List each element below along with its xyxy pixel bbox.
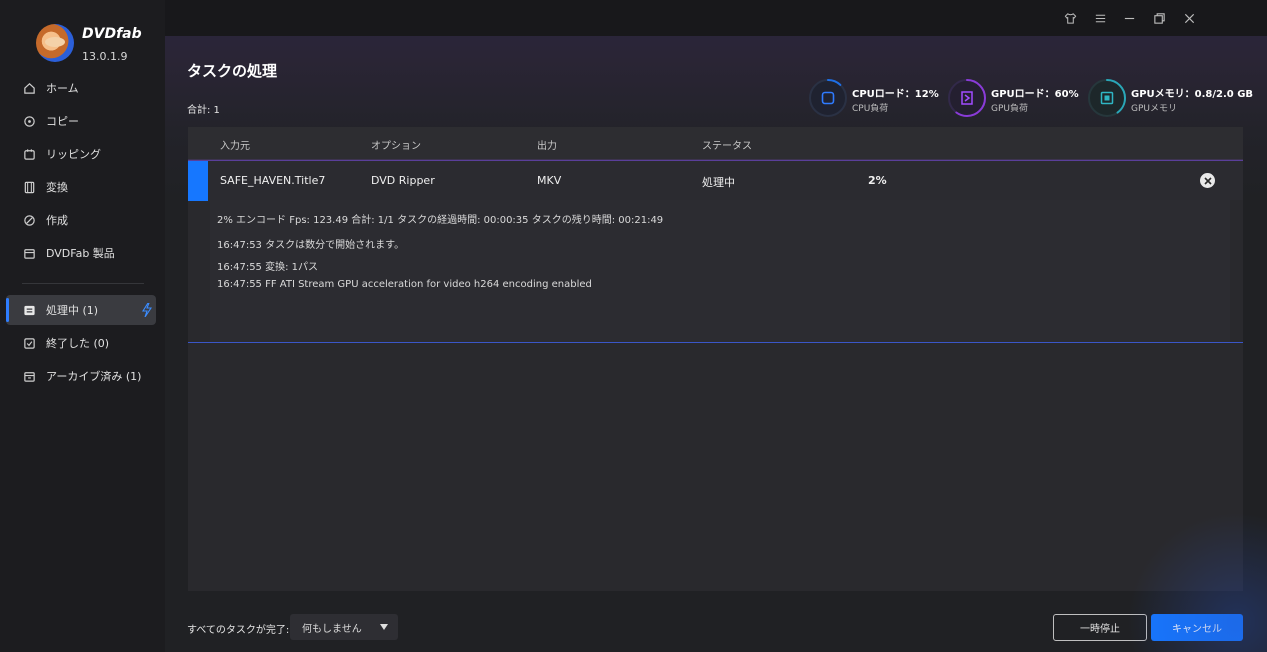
pause-button[interactable]: 一時停止	[1053, 614, 1147, 641]
sidebar-item-label: アーカイブ済み (1)	[46, 370, 142, 383]
close-window-icon[interactable]	[1181, 10, 1197, 26]
sidebar: DVDfab 13.0.1.9 ホーム コピー リッピング 変換 作成 DVDF…	[0, 0, 165, 652]
row-divider	[188, 342, 1243, 343]
column-header-source: 入力元	[220, 141, 250, 152]
cpu-load-value: CPUロード：12%	[852, 89, 939, 100]
sidebar-item-label: コピー	[46, 115, 79, 128]
archive-icon	[22, 369, 36, 383]
ripping-icon	[22, 147, 36, 161]
column-header-option: オプション	[371, 141, 421, 152]
completion-action-select[interactable]: 何もしません	[290, 614, 398, 640]
log-line: 16:47:55 FF ATI Stream GPU acceleration …	[217, 279, 592, 290]
shirt-icon[interactable]	[1062, 10, 1078, 26]
sidebar-item-ripping[interactable]: リッピング	[6, 139, 156, 169]
table-header: 入力元 オプション 出力 ステータス	[188, 127, 1243, 160]
sidebar-item-label: 作成	[46, 214, 68, 227]
task-output: MKV	[537, 174, 562, 187]
task-option: DVD Ripper	[371, 174, 435, 187]
gpu-memory-label: GPUメモリ	[1131, 104, 1177, 114]
gpu-memory-value: GPUメモリ：0.8/2.0 GB	[1131, 89, 1254, 100]
sidebar-item-archived[interactable]: アーカイブ済み (1)	[6, 361, 156, 391]
sidebar-item-convert[interactable]: 変換	[6, 172, 156, 202]
sidebar-item-label: DVDFab 製品	[46, 247, 115, 260]
task-total: 合計: 1	[187, 105, 220, 116]
sidebar-item-create[interactable]: 作成	[6, 205, 156, 235]
window-titlebar	[165, 0, 1267, 36]
gpu-memory-stat: GPUメモリ：0.8/2.0 GB GPUメモリ	[1087, 78, 1253, 118]
gpu-load-stat: GPUロード：60% GPU負荷	[947, 78, 1082, 118]
completion-action-value: 何もしません	[302, 623, 362, 635]
app-logo: DVDfab 13.0.1.9	[36, 24, 156, 68]
sidebar-item-label: 変換	[46, 181, 68, 194]
sidebar-item-label: 処理中 (1)	[46, 304, 99, 317]
close-icon	[1203, 176, 1212, 185]
gpu-load-value: GPUロード：60%	[991, 89, 1079, 100]
sidebar-item-processing[interactable]: 処理中 (1)	[6, 295, 156, 325]
cpu-load-ring	[809, 79, 847, 117]
brand-name: DVDfab	[82, 26, 142, 42]
log-line: 2% エンコード Fps: 123.49 合計: 1/1 タスクの経過時間: 0…	[217, 215, 664, 226]
gpu-load-ring	[948, 79, 986, 117]
task-status: 処理中	[702, 176, 735, 189]
finished-icon	[22, 336, 36, 350]
remove-task-button[interactable]	[1200, 173, 1215, 188]
column-header-status: ステータス	[702, 141, 752, 152]
page-title: タスクの処理	[187, 62, 278, 80]
cancel-button[interactable]: キャンセル	[1151, 614, 1243, 641]
completion-action-label: すべてのタスクが完了:	[187, 625, 290, 636]
menu-icon[interactable]	[1092, 10, 1108, 26]
table-row[interactable]: SAFE_HAVEN.Title7 DVD Ripper MKV 処理中 2%	[188, 160, 1243, 201]
sidebar-item-label: ホーム	[46, 82, 79, 95]
sidebar-item-copy[interactable]: コピー	[6, 106, 156, 136]
log-line: 16:47:55 変換: 1パス	[217, 262, 319, 273]
column-header-output: 出力	[537, 141, 557, 152]
processing-icon	[22, 303, 36, 317]
task-log-panel: 2% エンコード Fps: 123.49 合計: 1/1 タスクの経過時間: 0…	[210, 200, 1230, 342]
caret-down-icon	[380, 624, 388, 630]
minimize-icon[interactable]	[1121, 10, 1137, 26]
sidebar-item-home[interactable]: ホーム	[6, 73, 156, 103]
task-table: 入力元 オプション 出力 ステータス SAFE_HAVEN.Title7 DVD…	[188, 127, 1243, 591]
main-panel: タスクの処理 合計: 1 CPUロード：12% CPU負荷 GPUロード：60%…	[165, 0, 1267, 652]
copy-icon	[22, 114, 36, 128]
sidebar-item-label: 終了した (0)	[46, 337, 110, 350]
sidebar-item-products[interactable]: DVDFab 製品	[6, 238, 156, 268]
restore-icon[interactable]	[1151, 10, 1167, 26]
task-progress: 2%	[868, 174, 887, 187]
gpu-memory-ring	[1088, 79, 1126, 117]
cpu-load-stat: CPUロード：12% CPU負荷	[808, 78, 943, 118]
sidebar-item-label: リッピング	[46, 148, 101, 161]
convert-icon	[22, 180, 36, 194]
products-icon	[22, 246, 36, 260]
task-source: SAFE_HAVEN.Title7	[220, 174, 326, 187]
row-selection-marker	[188, 161, 208, 201]
gpu-load-label: GPU負荷	[991, 104, 1028, 114]
app-version: 13.0.1.9	[82, 50, 128, 63]
home-icon	[22, 81, 36, 95]
dvdfab-logo-icon	[36, 24, 74, 62]
cpu-load-label: CPU負荷	[852, 104, 889, 114]
create-icon	[22, 213, 36, 227]
log-line: 16:47:53 タスクは数分で開始されます。	[217, 240, 405, 251]
sidebar-item-finished[interactable]: 終了した (0)	[6, 328, 156, 358]
boost-icon[interactable]	[142, 303, 152, 317]
sidebar-divider	[22, 283, 144, 284]
